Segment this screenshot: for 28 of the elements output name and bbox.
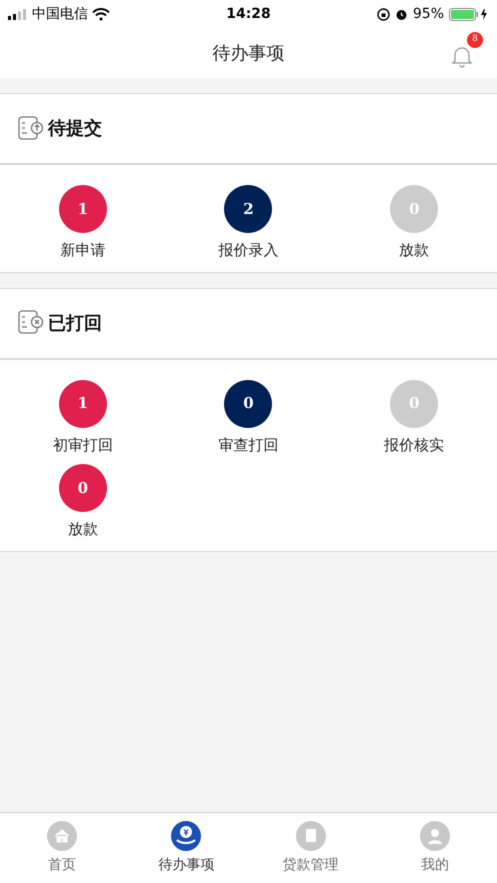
person-icon xyxy=(420,820,450,850)
task-category-button[interactable]: 0 审查打回 xyxy=(166,380,332,456)
alarm-icon xyxy=(394,8,408,20)
task-category-button[interactable]: 0 放款 xyxy=(0,464,166,540)
document-upload-icon xyxy=(18,116,44,142)
tab-bar-item[interactable]: 待办事项 xyxy=(124,813,248,883)
signal-icon xyxy=(8,8,28,20)
house-icon xyxy=(47,820,78,850)
coin-hand-icon xyxy=(171,820,202,850)
notification-bell-button[interactable]: 8 xyxy=(451,32,483,68)
document-icon xyxy=(296,820,326,850)
notification-badge: 8 xyxy=(467,32,483,48)
task-category-button[interactable]: 1 初审打回 xyxy=(0,380,166,456)
rotation-lock-icon xyxy=(376,8,390,20)
tab-bar-item[interactable]: 我的 xyxy=(372,813,497,883)
document-cross-icon xyxy=(18,310,44,336)
battery-percent: 95% xyxy=(412,4,444,24)
tab-bar-item[interactable]: 首页 xyxy=(0,813,124,883)
section-title: 已打回 xyxy=(48,312,102,336)
task-category-button[interactable]: 2 报价录入 xyxy=(166,185,332,262)
battery-charging-icon xyxy=(449,8,490,20)
carrier-name: 中国电信 xyxy=(32,4,88,24)
tab-bar-item[interactable]: 贷款管理 xyxy=(248,813,373,883)
section-title: 待提交 xyxy=(48,117,102,141)
task-category-button[interactable]: 1 新申请 xyxy=(0,185,166,262)
page-title: 待办事项 xyxy=(212,42,284,66)
clock-time: 14:28 xyxy=(226,4,271,24)
wifi-icon xyxy=(92,8,110,20)
